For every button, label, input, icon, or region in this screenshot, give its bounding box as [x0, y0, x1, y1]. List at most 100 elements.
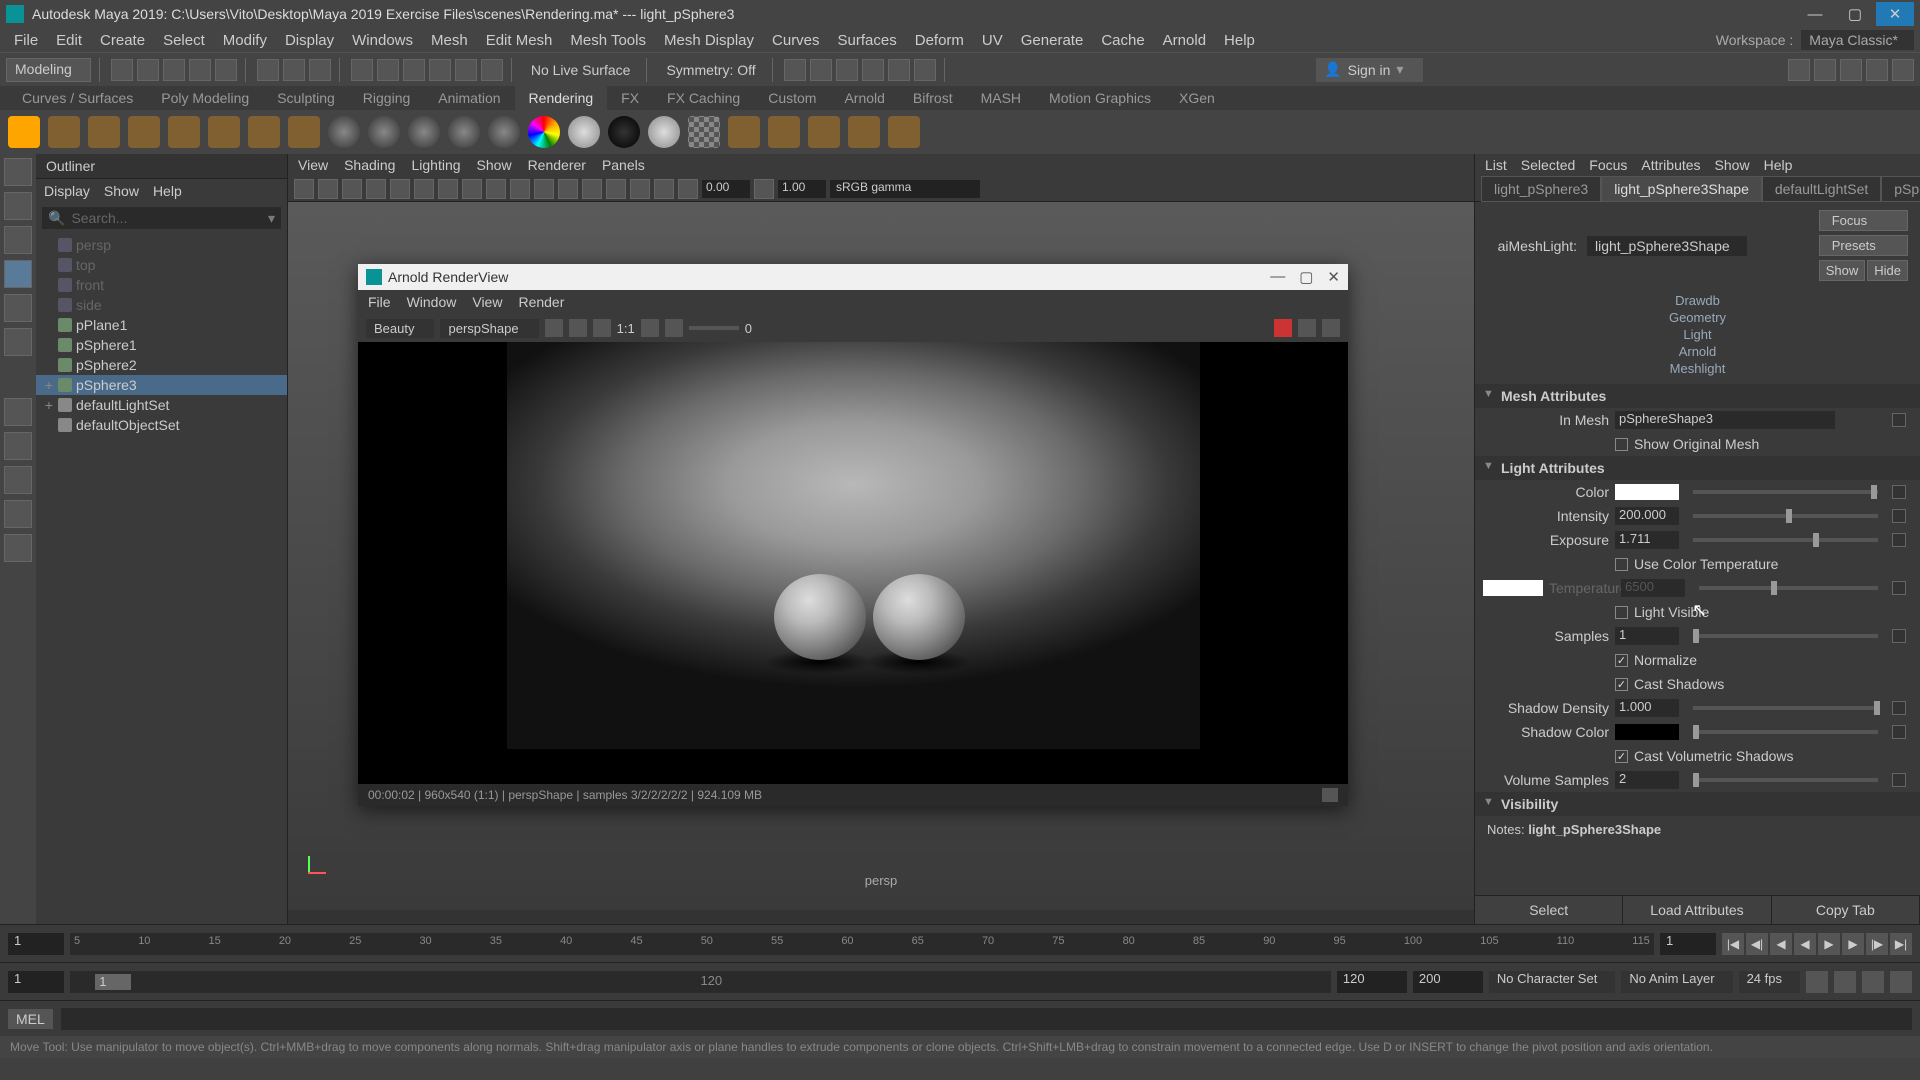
layout-icon-1[interactable]: [1788, 59, 1810, 81]
shadow-density-field[interactable]: 1.000: [1615, 699, 1679, 717]
volume-samples-field[interactable]: 2: [1615, 771, 1679, 789]
exposure-field[interactable]: 1.711: [1615, 531, 1679, 549]
ae-node-name-field[interactable]: light_pSphere3Shape: [1587, 236, 1747, 256]
shelf-tab-rendering[interactable]: Rendering: [515, 86, 608, 110]
layout-icon-4[interactable]: [1866, 59, 1888, 81]
vp-wireframe-icon[interactable]: [462, 179, 482, 199]
ae-focus-button[interactable]: Focus: [1819, 210, 1908, 231]
snap-live-icon[interactable]: [455, 59, 477, 81]
maximize-button[interactable]: ▢: [1836, 2, 1874, 26]
shelf-tab-bifrost[interactable]: Bifrost: [899, 86, 967, 110]
shadow-density-slider[interactable]: [1693, 706, 1878, 710]
vp-menu-view[interactable]: View: [298, 157, 328, 173]
renderview-minimize-button[interactable]: —: [1270, 268, 1285, 286]
menu-display[interactable]: Display: [277, 30, 342, 51]
outliner-menu-help[interactable]: Help: [153, 183, 182, 199]
layout-persp-icon[interactable]: [4, 500, 32, 528]
vp-menu-renderer[interactable]: Renderer: [528, 157, 586, 173]
volume-samples-map-button[interactable]: [1892, 773, 1906, 787]
shelf-tab-rigging[interactable]: Rigging: [349, 86, 424, 110]
play-icon[interactable]: [888, 59, 910, 81]
prefs-icon[interactable]: [1834, 971, 1856, 993]
ae-menu-selected[interactable]: Selected: [1521, 157, 1575, 173]
outliner-menu-show[interactable]: Show: [104, 183, 139, 199]
vp-far-field[interactable]: 1.00: [778, 180, 826, 198]
cancel-render-icon[interactable]: [888, 116, 920, 148]
vp-use-lights-icon[interactable]: [534, 179, 554, 199]
in-mesh-field[interactable]: pSphereShape3: [1615, 411, 1835, 429]
ipr-shelf-icon[interactable]: [288, 116, 320, 148]
layout-four-icon[interactable]: [4, 432, 32, 460]
batch-render-icon[interactable]: [848, 116, 880, 148]
tex-3d-icon[interactable]: [728, 116, 760, 148]
ae-load-attributes-button[interactable]: Load Attributes: [1623, 896, 1771, 924]
select-mode-icon[interactable]: [257, 59, 279, 81]
menu-cache[interactable]: Cache: [1093, 30, 1152, 51]
menu-file[interactable]: File: [6, 30, 46, 51]
ae-tab-lightset[interactable]: defaultLightSet: [1762, 176, 1881, 202]
play-fwd-icon[interactable]: ▶: [1818, 933, 1840, 955]
volume-light-icon[interactable]: [208, 116, 240, 148]
vp-menu-show[interactable]: Show: [477, 157, 512, 173]
rv-stop-button[interactable]: [1274, 319, 1292, 337]
step-fwd-key-icon[interactable]: |▶: [1866, 933, 1888, 955]
menu-mesh-display[interactable]: Mesh Display: [656, 30, 762, 51]
ae-link-light[interactable]: Light: [1683, 327, 1711, 342]
renderview-maximize-button[interactable]: ▢: [1299, 268, 1313, 286]
tex-file-icon[interactable]: [768, 116, 800, 148]
menu-curves[interactable]: Curves: [764, 30, 828, 51]
shadow-color-map-button[interactable]: [1892, 725, 1906, 739]
character-set-dropdown[interactable]: No Character Set: [1489, 971, 1615, 993]
shelf-tab-fxcaching[interactable]: FX Caching: [653, 86, 754, 110]
ae-link-geometry[interactable]: Geometry: [1669, 310, 1726, 325]
lasso-tool-icon[interactable]: [4, 192, 32, 220]
close-button[interactable]: ✕: [1876, 2, 1914, 26]
rotate-tool-icon[interactable]: [4, 294, 32, 322]
ae-tab-psphere3[interactable]: pSphere3: [1881, 176, 1920, 202]
renderview-titlebar[interactable]: Arnold RenderView — ▢ ✕: [358, 264, 1348, 290]
material-phong-icon[interactable]: [408, 116, 440, 148]
workspace-dropdown[interactable]: Maya Classic*: [1801, 30, 1914, 50]
exposure-map-button[interactable]: [1892, 533, 1906, 547]
mode-selector[interactable]: Modeling: [6, 58, 91, 82]
playback-end-field[interactable]: 200: [1413, 971, 1483, 993]
select-tool-icon[interactable]: [4, 158, 32, 186]
go-end-icon[interactable]: ▶|: [1890, 933, 1912, 955]
step-back-key-icon[interactable]: ◀|: [1746, 933, 1768, 955]
shelf-tab-custom[interactable]: Custom: [754, 86, 830, 110]
volume-samples-slider[interactable]: [1693, 778, 1878, 782]
vp-shadows-icon[interactable]: [558, 179, 578, 199]
live-surface-dropdown[interactable]: No Live Surface: [523, 62, 639, 78]
rv-menu-file[interactable]: File: [368, 294, 391, 310]
texture-checker-icon[interactable]: [688, 116, 720, 148]
render-settings-icon[interactable]: [836, 59, 858, 81]
minimize-button[interactable]: —: [1796, 2, 1834, 26]
vp-color-space-dropdown[interactable]: sRGB gamma: [830, 180, 980, 198]
normalize-checkbox[interactable]: [1615, 654, 1628, 667]
material-black-icon[interactable]: [608, 116, 640, 148]
samples-map-button[interactable]: [1892, 629, 1906, 643]
show-original-checkbox[interactable]: [1615, 438, 1628, 451]
snap-grid-icon[interactable]: [351, 59, 373, 81]
symmetry-dropdown[interactable]: Symmetry: Off: [658, 62, 763, 78]
menu-generate[interactable]: Generate: [1013, 30, 1092, 51]
shadow-color-swatch[interactable]: [1615, 724, 1679, 740]
render-icon[interactable]: [784, 59, 806, 81]
menu-modify[interactable]: Modify: [215, 30, 275, 51]
shelf-tab-arnold[interactable]: Arnold: [830, 86, 898, 110]
vp-motion-blur-icon[interactable]: [606, 179, 626, 199]
outliner-item-top[interactable]: top: [36, 255, 287, 275]
material-sphere-icon[interactable]: [648, 116, 680, 148]
directional-light-icon[interactable]: [48, 116, 80, 148]
pause-icon[interactable]: [914, 59, 936, 81]
menu-uv[interactable]: UV: [974, 30, 1011, 51]
menu-surfaces[interactable]: Surfaces: [830, 30, 905, 51]
ae-select-button[interactable]: Select: [1475, 896, 1623, 924]
rv-gear-icon[interactable]: [1322, 319, 1340, 337]
layout-outliner-icon[interactable]: [4, 534, 32, 562]
outliner-item-persp[interactable]: persp: [36, 235, 287, 255]
ae-menu-focus[interactable]: Focus: [1589, 157, 1627, 173]
anim-start-field[interactable]: 1: [8, 971, 64, 993]
viewport-scrollbar[interactable]: [288, 910, 1474, 924]
vp-exposure-icon[interactable]: [678, 179, 698, 199]
